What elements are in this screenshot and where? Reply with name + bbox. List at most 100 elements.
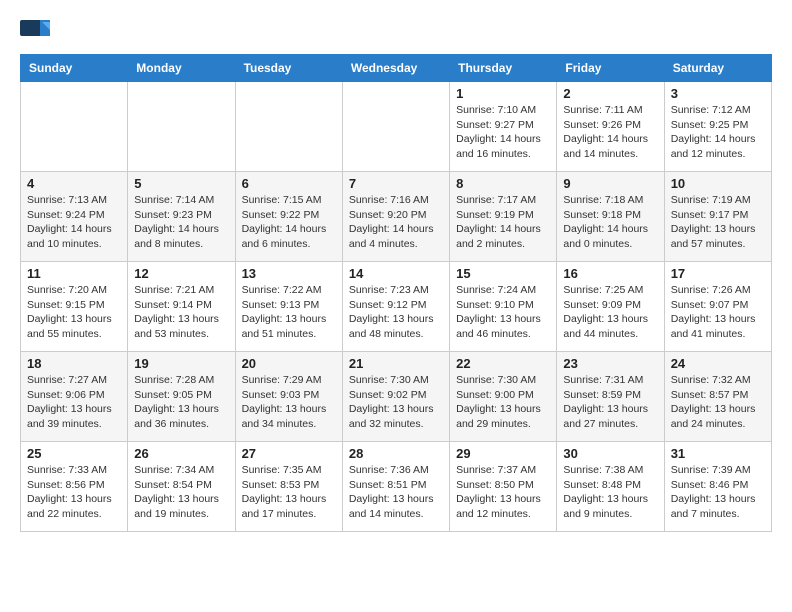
- day-info: Sunrise: 7:22 AM Sunset: 9:13 PM Dayligh…: [242, 283, 336, 342]
- day-number: 22: [456, 356, 550, 371]
- day-header-thursday: Thursday: [450, 55, 557, 82]
- day-info: Sunrise: 7:26 AM Sunset: 9:07 PM Dayligh…: [671, 283, 765, 342]
- day-number: 25: [27, 446, 121, 461]
- calendar-table: SundayMondayTuesdayWednesdayThursdayFrid…: [20, 54, 772, 532]
- calendar-cell: 20 Sunrise: 7:29 AM Sunset: 9:03 PM Dayli…: [235, 352, 342, 442]
- logo: [20, 20, 54, 44]
- day-info: Sunrise: 7:21 AM Sunset: 9:14 PM Dayligh…: [134, 283, 228, 342]
- calendar-cell: 7 Sunrise: 7:16 AM Sunset: 9:20 PM Daylig…: [342, 172, 449, 262]
- day-number: 5: [134, 176, 228, 191]
- calendar-cell: 9 Sunrise: 7:18 AM Sunset: 9:18 PM Daylig…: [557, 172, 664, 262]
- day-number: 12: [134, 266, 228, 281]
- day-number: 27: [242, 446, 336, 461]
- day-info: Sunrise: 7:33 AM Sunset: 8:56 PM Dayligh…: [27, 463, 121, 522]
- day-info: Sunrise: 7:19 AM Sunset: 9:17 PM Dayligh…: [671, 193, 765, 252]
- day-info: Sunrise: 7:13 AM Sunset: 9:24 PM Dayligh…: [27, 193, 121, 252]
- calendar-header-row: SundayMondayTuesdayWednesdayThursdayFrid…: [21, 55, 772, 82]
- day-number: 11: [27, 266, 121, 281]
- calendar-cell: [21, 82, 128, 172]
- calendar-cell: 25 Sunrise: 7:33 AM Sunset: 8:56 PM Dayli…: [21, 442, 128, 532]
- page-header: [20, 20, 772, 44]
- day-header-monday: Monday: [128, 55, 235, 82]
- day-number: 17: [671, 266, 765, 281]
- day-info: Sunrise: 7:24 AM Sunset: 9:10 PM Dayligh…: [456, 283, 550, 342]
- day-info: Sunrise: 7:31 AM Sunset: 8:59 PM Dayligh…: [563, 373, 657, 432]
- day-header-saturday: Saturday: [664, 55, 771, 82]
- calendar-cell: 6 Sunrise: 7:15 AM Sunset: 9:22 PM Daylig…: [235, 172, 342, 262]
- day-number: 31: [671, 446, 765, 461]
- calendar-cell: 27 Sunrise: 7:35 AM Sunset: 8:53 PM Dayli…: [235, 442, 342, 532]
- day-info: Sunrise: 7:32 AM Sunset: 8:57 PM Dayligh…: [671, 373, 765, 432]
- calendar-cell: 29Sunrise: 7:37 AM Sunset: 8:50 PM Dayli…: [450, 442, 557, 532]
- calendar-cell: 13 Sunrise: 7:22 AM Sunset: 9:13 PM Dayli…: [235, 262, 342, 352]
- day-number: 19: [134, 356, 228, 371]
- day-number: 24: [671, 356, 765, 371]
- day-header-tuesday: Tuesday: [235, 55, 342, 82]
- day-number: 21: [349, 356, 443, 371]
- calendar-cell: [128, 82, 235, 172]
- day-info: Sunrise: 7:35 AM Sunset: 8:53 PM Dayligh…: [242, 463, 336, 522]
- logo-icon: [20, 20, 50, 44]
- calendar-week-row: 11 Sunrise: 7:20 AM Sunset: 9:15 PM Dayli…: [21, 262, 772, 352]
- calendar-week-row: 25 Sunrise: 7:33 AM Sunset: 8:56 PM Dayli…: [21, 442, 772, 532]
- calendar-week-row: 4 Sunrise: 7:13 AM Sunset: 9:24 PM Daylig…: [21, 172, 772, 262]
- calendar-cell: 2 Sunrise: 7:11 AM Sunset: 9:26 PM Daylig…: [557, 82, 664, 172]
- day-number: 3: [671, 86, 765, 101]
- day-number: 28: [349, 446, 443, 461]
- day-info: Sunrise: 7:37 AM Sunset: 8:50 PM Dayligh…: [456, 463, 550, 522]
- day-info: Sunrise: 7:38 AM Sunset: 8:48 PM Dayligh…: [563, 463, 657, 522]
- day-number: 30: [563, 446, 657, 461]
- calendar-cell: 3 Sunrise: 7:12 AM Sunset: 9:25 PM Daylig…: [664, 82, 771, 172]
- day-info: Sunrise: 7:29 AM Sunset: 9:03 PM Dayligh…: [242, 373, 336, 432]
- day-number: 23: [563, 356, 657, 371]
- calendar-cell: 14 Sunrise: 7:23 AM Sunset: 9:12 PM Dayli…: [342, 262, 449, 352]
- day-number: 6: [242, 176, 336, 191]
- day-info: Sunrise: 7:23 AM Sunset: 9:12 PM Dayligh…: [349, 283, 443, 342]
- day-number: 8: [456, 176, 550, 191]
- calendar-cell: 21Sunrise: 7:30 AM Sunset: 9:02 PM Dayli…: [342, 352, 449, 442]
- day-number: 20: [242, 356, 336, 371]
- day-number: 2: [563, 86, 657, 101]
- day-number: 10: [671, 176, 765, 191]
- calendar-cell: 18 Sunrise: 7:27 AM Sunset: 9:06 PM Dayli…: [21, 352, 128, 442]
- day-info: Sunrise: 7:20 AM Sunset: 9:15 PM Dayligh…: [27, 283, 121, 342]
- calendar-cell: 5 Sunrise: 7:14 AM Sunset: 9:23 PM Daylig…: [128, 172, 235, 262]
- calendar-cell: 19Sunrise: 7:28 AM Sunset: 9:05 PM Dayli…: [128, 352, 235, 442]
- day-info: Sunrise: 7:18 AM Sunset: 9:18 PM Dayligh…: [563, 193, 657, 252]
- day-info: Sunrise: 7:12 AM Sunset: 9:25 PM Dayligh…: [671, 103, 765, 162]
- day-info: Sunrise: 7:27 AM Sunset: 9:06 PM Dayligh…: [27, 373, 121, 432]
- day-info: Sunrise: 7:25 AM Sunset: 9:09 PM Dayligh…: [563, 283, 657, 342]
- day-number: 16: [563, 266, 657, 281]
- calendar-cell: 15Sunrise: 7:24 AM Sunset: 9:10 PM Dayli…: [450, 262, 557, 352]
- calendar-cell: 28 Sunrise: 7:36 AM Sunset: 8:51 PM Dayli…: [342, 442, 449, 532]
- day-header-friday: Friday: [557, 55, 664, 82]
- day-number: 13: [242, 266, 336, 281]
- calendar-cell: 22 Sunrise: 7:30 AM Sunset: 9:00 PM Dayli…: [450, 352, 557, 442]
- day-number: 9: [563, 176, 657, 191]
- day-header-sunday: Sunday: [21, 55, 128, 82]
- day-info: Sunrise: 7:30 AM Sunset: 9:00 PM Dayligh…: [456, 373, 550, 432]
- day-info: Sunrise: 7:36 AM Sunset: 8:51 PM Dayligh…: [349, 463, 443, 522]
- day-number: 14: [349, 266, 443, 281]
- day-info: Sunrise: 7:39 AM Sunset: 8:46 PM Dayligh…: [671, 463, 765, 522]
- calendar-cell: 31 Sunrise: 7:39 AM Sunset: 8:46 PM Dayli…: [664, 442, 771, 532]
- calendar-cell: [342, 82, 449, 172]
- calendar-cell: 4 Sunrise: 7:13 AM Sunset: 9:24 PM Daylig…: [21, 172, 128, 262]
- day-number: 18: [27, 356, 121, 371]
- day-info: Sunrise: 7:16 AM Sunset: 9:20 PM Dayligh…: [349, 193, 443, 252]
- calendar-cell: 26Sunrise: 7:34 AM Sunset: 8:54 PM Dayli…: [128, 442, 235, 532]
- calendar-week-row: 18 Sunrise: 7:27 AM Sunset: 9:06 PM Dayli…: [21, 352, 772, 442]
- day-header-wednesday: Wednesday: [342, 55, 449, 82]
- day-number: 1: [456, 86, 550, 101]
- calendar-cell: 23 Sunrise: 7:31 AM Sunset: 8:59 PM Dayli…: [557, 352, 664, 442]
- day-info: Sunrise: 7:15 AM Sunset: 9:22 PM Dayligh…: [242, 193, 336, 252]
- calendar-cell: 1Sunrise: 7:10 AM Sunset: 9:27 PM Daylig…: [450, 82, 557, 172]
- calendar-cell: 30 Sunrise: 7:38 AM Sunset: 8:48 PM Dayli…: [557, 442, 664, 532]
- day-info: Sunrise: 7:11 AM Sunset: 9:26 PM Dayligh…: [563, 103, 657, 162]
- calendar-cell: 11 Sunrise: 7:20 AM Sunset: 9:15 PM Dayli…: [21, 262, 128, 352]
- calendar-cell: 17 Sunrise: 7:26 AM Sunset: 9:07 PM Dayli…: [664, 262, 771, 352]
- day-number: 7: [349, 176, 443, 191]
- day-number: 4: [27, 176, 121, 191]
- calendar-week-row: 1Sunrise: 7:10 AM Sunset: 9:27 PM Daylig…: [21, 82, 772, 172]
- day-info: Sunrise: 7:14 AM Sunset: 9:23 PM Dayligh…: [134, 193, 228, 252]
